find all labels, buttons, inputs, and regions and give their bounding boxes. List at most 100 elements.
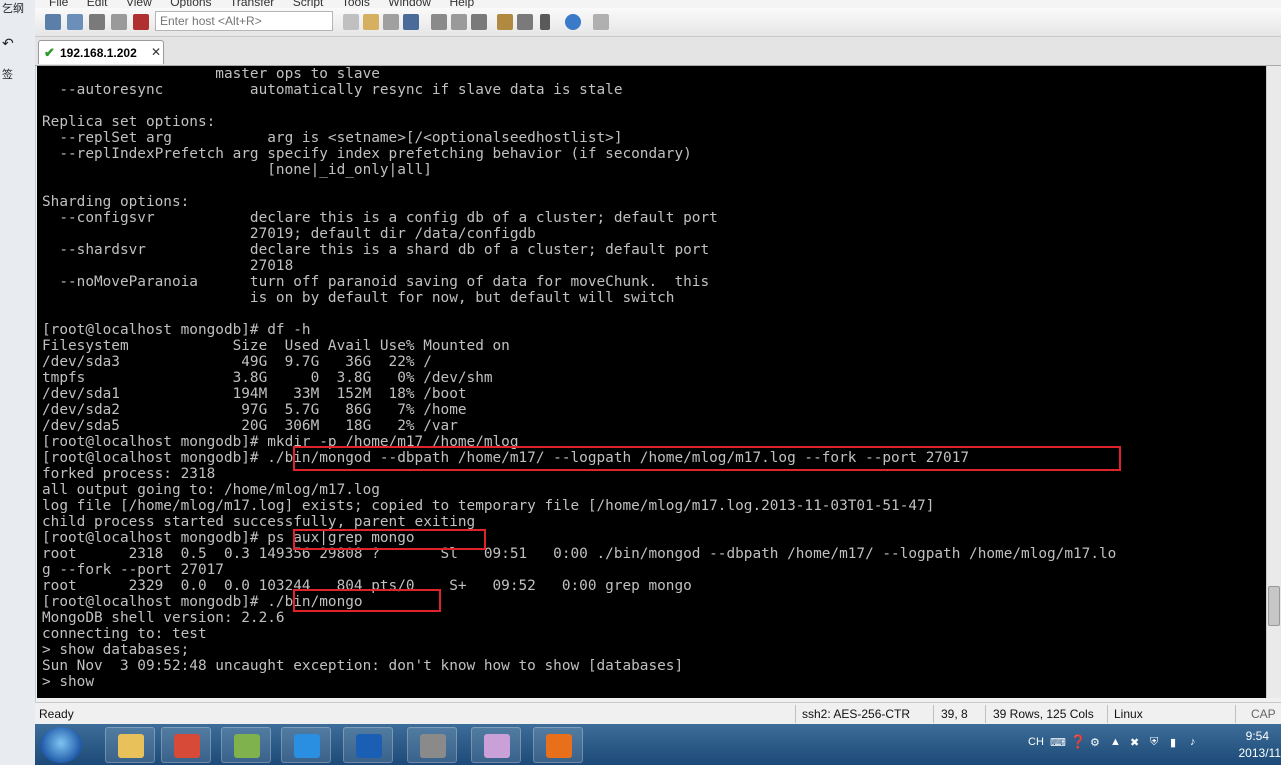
terminal-line: /dev/sda2 97G 5.7G 86G 7% /home — [42, 402, 467, 418]
terminal-lines: master ops to slave --autoresync automat… — [42, 66, 1116, 690]
print-selection-icon[interactable] — [451, 14, 467, 30]
terminal-line: --shardsvr declare this is a shard db of… — [42, 242, 710, 258]
network-offline-icon[interactable]: ✖ — [1130, 736, 1139, 749]
paste-icon[interactable] — [363, 14, 379, 30]
paint-icon — [484, 734, 510, 758]
status-ready: Ready — [39, 707, 74, 721]
strip-label: 签 — [2, 68, 13, 81]
terminal-line: g --fork --port 27017 — [42, 562, 224, 578]
menu-window[interactable]: Window — [388, 0, 431, 8]
menu-view[interactable]: View — [126, 0, 152, 8]
terminal-line: --replIndexPrefetch arg specify index pr… — [42, 146, 692, 162]
keymap-icon[interactable] — [540, 14, 550, 30]
status-bar: Ready ssh2: AES-256-CTR 39, 8 39 Rows, 1… — [35, 702, 1281, 725]
help-tray-icon[interactable]: ❓ — [1070, 734, 1086, 750]
connected-check-icon: ✔ — [44, 45, 55, 60]
app-shield-icon — [234, 734, 260, 758]
security-icon[interactable]: ⛨ — [1150, 736, 1158, 749]
ime-options-icon[interactable]: ⚙ — [1090, 736, 1100, 749]
terminal-line: Filesystem Size Used Avail Use% Mounted … — [42, 338, 510, 354]
taskbar-app-paint[interactable] — [471, 727, 521, 763]
menu-options[interactable]: Options — [170, 0, 211, 8]
terminal-line: [root@localhost mongodb]# ps aux|grep mo… — [42, 530, 415, 546]
taskbar-app-securecrt[interactable] — [407, 727, 457, 763]
show-hidden-icons-icon[interactable]: ▲ — [1110, 736, 1121, 748]
status-os: Linux — [1114, 707, 1143, 721]
taskbar-app-qq[interactable] — [281, 727, 331, 763]
terminal-line: --replSet arg arg is <setname>[/<optiona… — [42, 130, 623, 146]
terminal-line: master ops to slave — [42, 66, 380, 82]
status-size: 39 Rows, 125 Cols — [993, 707, 1094, 721]
menu-script[interactable]: Script — [293, 0, 324, 8]
wps-writer-icon — [356, 734, 382, 758]
terminal-line: /dev/sda3 49G 9.7G 36G 22% / — [42, 354, 432, 370]
taskbar-app-file-explorer[interactable] — [105, 727, 155, 763]
close-icon[interactable]: ✕ — [151, 45, 161, 59]
menu-help[interactable]: Help — [449, 0, 474, 8]
windows-start-button[interactable] — [40, 727, 82, 763]
status-encryption: ssh2: AES-256-CTR — [802, 707, 911, 721]
terminal-line: tmpfs 3.8G 0 3.8G 0% /dev/shm — [42, 370, 493, 386]
file-explorer-icon — [118, 734, 144, 758]
menu-file[interactable]: File — [49, 0, 68, 8]
presentation-icon — [546, 734, 572, 758]
taskbar: CH ⌨ ❓ ⚙ ▲ ✖ ⛨ ▮ ♪ 9:54 2013/11 — [35, 724, 1281, 765]
taskbar-app-presentation[interactable] — [533, 727, 583, 763]
clock-date[interactable]: 2013/11 — [1239, 746, 1281, 760]
terminal-line: connecting to: test — [42, 626, 207, 642]
help-icon[interactable] — [565, 14, 581, 30]
clock-time[interactable]: 9:54 — [1246, 729, 1269, 743]
volume-icon[interactable]: ♪ — [1190, 736, 1196, 748]
taskbar-app-chrome[interactable] — [161, 727, 211, 763]
connect-icon[interactable] — [45, 14, 61, 30]
menu-transfer[interactable]: Transfer — [230, 0, 274, 8]
terminal-line: Sharding options: — [42, 194, 190, 210]
language-indicator[interactable]: CH — [1028, 736, 1044, 748]
terminal-line: --autoresync automatically resync if sla… — [42, 82, 623, 98]
terminal-line: [root@localhost mongodb]# df -h — [42, 322, 311, 338]
disconnect-icon[interactable] — [133, 14, 149, 30]
strip-label: 乞纲 — [2, 2, 24, 15]
terminal-line: > show — [42, 674, 94, 690]
signal-icon[interactable]: ▮ — [1170, 736, 1176, 749]
menu-edit[interactable]: Edit — [87, 0, 108, 8]
host-input[interactable] — [155, 11, 333, 31]
print-icon[interactable] — [471, 14, 487, 30]
tab-bar: ✔ 192.168.1.202 ✕ — [35, 37, 1281, 66]
menu-tools[interactable]: Tools — [342, 0, 370, 8]
global-options-icon[interactable] — [517, 14, 533, 30]
terminal-scrollbar[interactable] — [1266, 66, 1281, 698]
terminal-line: Sun Nov 3 09:52:48 uncaught exception: d… — [42, 658, 684, 674]
copy-icon[interactable] — [343, 14, 359, 30]
terminal-line: [none|_id_only|all] — [42, 162, 432, 178]
tab-view-icon[interactable] — [593, 14, 609, 30]
chrome-icon — [174, 734, 200, 758]
status-cursor: 39, 8 — [941, 707, 968, 721]
keyboard-icon[interactable]: ⌨ — [1050, 736, 1066, 749]
tab-session[interactable]: ✔ 192.168.1.202 ✕ — [38, 40, 164, 64]
find-icon[interactable] — [403, 14, 419, 30]
reconnect-icon[interactable] — [111, 14, 127, 30]
terminal-line: --configsvr declare this is a config db … — [42, 210, 718, 226]
terminal-line: child process started successfully, pare… — [42, 514, 476, 530]
terminal-line: Replica set options: — [42, 114, 216, 130]
copy-paste-icon[interactable] — [383, 14, 399, 30]
session-options-icon[interactable] — [497, 14, 513, 30]
terminal-line: root 2318 0.5 0.3 149356 29808 ? Sl 09:5… — [42, 546, 1117, 562]
system-tray: CH ⌨ ❓ ⚙ ▲ ✖ ⛨ ▮ ♪ 9:54 2013/11 — [1016, 724, 1281, 765]
print-setup-icon[interactable] — [431, 14, 447, 30]
taskbar-app-app-shield[interactable] — [221, 727, 271, 763]
scrollbar-thumb[interactable] — [1268, 586, 1280, 626]
connect-tab-icon[interactable] — [89, 14, 105, 30]
menu-bar: File Edit View Options Transfer Script T… — [35, 0, 1281, 8]
quick-connect-icon[interactable] — [67, 14, 83, 30]
highlight-ps-command — [293, 529, 486, 550]
taskbar-app-wps-writer[interactable] — [343, 727, 393, 763]
undo-icon[interactable]: ↶ — [2, 36, 14, 52]
terminal-output[interactable]: master ops to slave --autoresync automat… — [37, 66, 1266, 698]
terminal-line: 27019; default dir /data/configdb — [42, 226, 536, 242]
highlight-mongo-command — [293, 589, 441, 612]
terminal-line: 27018 — [42, 258, 294, 274]
terminal-line: root 2329 0.0 0.0 103244 804 pts/0 S+ 09… — [42, 578, 692, 594]
